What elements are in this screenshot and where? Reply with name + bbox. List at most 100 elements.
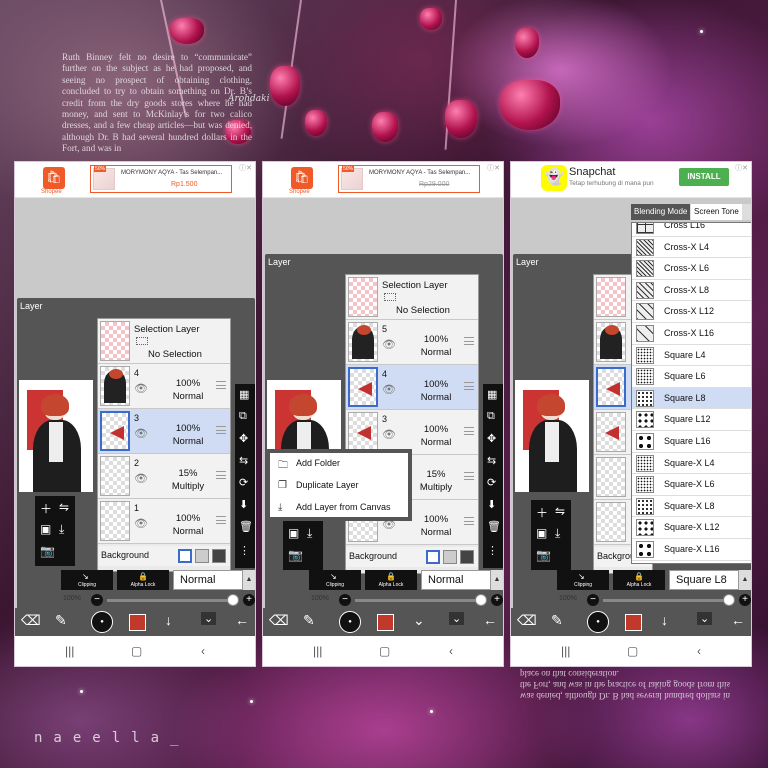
eye-icon[interactable]: 👁: [382, 383, 396, 396]
arrow-down-icon[interactable]: ⌄: [413, 612, 425, 629]
plus-icon[interactable]: +: [491, 594, 503, 606]
screen-tone-item[interactable]: Cross-X L6: [632, 258, 751, 280]
nav-back-icon[interactable]: ‹: [697, 644, 701, 658]
opacity-thumb[interactable]: [227, 594, 239, 606]
ad-close-icon[interactable]: ⓘ✕: [239, 163, 252, 173]
add-image-icon[interactable]: ▣: [288, 526, 299, 540]
selection-layer-row[interactable]: Selection Layer No Selection: [346, 275, 478, 320]
layer-row-selected[interactable]: 3 👁 100% Normal: [98, 409, 230, 454]
layer-row[interactable]: 2 👁 15% Multiply: [98, 454, 230, 499]
eye-icon[interactable]: 👁: [382, 428, 396, 441]
merge-down-icon[interactable]: ⤓: [59, 522, 64, 537]
screen-tone-item[interactable]: Cross-X L16: [632, 323, 751, 345]
menu-add-folder[interactable]: 🗀 Add Folder: [270, 453, 408, 475]
canvas-preview[interactable]: [19, 380, 93, 492]
blend-mode-arrow-icon[interactable]: ▲: [243, 570, 255, 590]
bg-checker-swatch[interactable]: [195, 549, 209, 563]
plus-icon[interactable]: +: [243, 594, 255, 606]
shopee-ad-banner[interactable]: ⓘ✕ 🛍 Shopee 50% MORYMONY AQYA - Tas Sele…: [15, 162, 255, 198]
blend-mode-arrow-icon[interactable]: ▲: [739, 570, 751, 590]
add-image-icon[interactable]: ▣: [40, 522, 51, 536]
add-image-icon[interactable]: ▣: [536, 526, 547, 540]
minus-icon[interactable]: −: [339, 594, 351, 606]
drag-handle-icon[interactable]: [464, 382, 474, 390]
recent-apps-icon[interactable]: |||: [561, 644, 570, 658]
shopee-ad-banner[interactable]: ⓘ✕ 🛍 Shopee 50% MORYMONY AQYA - Tas Sele…: [263, 162, 503, 198]
eye-icon[interactable]: 👁: [134, 472, 148, 485]
checker-icon[interactable]: ▦: [239, 388, 249, 401]
brush-icon[interactable]: ✎: [303, 612, 315, 629]
blend-mode-select[interactable]: Normal: [421, 570, 491, 590]
minus-icon[interactable]: −: [587, 594, 599, 606]
layer-row[interactable]: 3 👁 100% Normal: [346, 410, 478, 455]
canvas-area[interactable]: Layer ＋ ⇋ ▣ ⤓ 📷 Selection Layer: [15, 198, 255, 612]
flip-horizontal-icon[interactable]: ⇆: [239, 454, 248, 467]
eye-icon[interactable]: 👁: [134, 517, 148, 530]
rotate-icon[interactable]: ⟳: [239, 476, 248, 489]
download-icon[interactable]: ⬇: [239, 498, 248, 511]
opacity-slider[interactable]: 100% − +: [513, 592, 751, 608]
opacity-thumb[interactable]: [475, 594, 487, 606]
add-layer-icon[interactable]: ＋: [536, 504, 548, 521]
home-icon[interactable]: ▢: [627, 644, 638, 658]
opacity-slider[interactable]: 100% − +: [17, 592, 255, 608]
back-icon[interactable]: ←: [483, 612, 497, 628]
background-row[interactable]: Background: [346, 547, 478, 567]
background-row[interactable]: Background: [98, 546, 230, 566]
eye-icon[interactable]: 👁: [382, 518, 396, 531]
bg-dark-swatch[interactable]: [212, 549, 226, 563]
trash-icon[interactable]: 🗑: [239, 520, 253, 533]
brush-size-icon[interactable]: ●: [587, 611, 609, 633]
clipping-button[interactable]: ↘ Clipping: [61, 570, 113, 590]
eye-icon[interactable]: 👁: [134, 382, 148, 395]
arrow-down-icon[interactable]: ↓: [661, 612, 668, 628]
screen-tone-item[interactable]: Square-X L4: [632, 453, 751, 475]
screen-tone-item[interactable]: Cross-X L12: [632, 301, 751, 323]
flip-horizontal-icon[interactable]: ⇆: [487, 454, 496, 467]
screen-tone-item[interactable]: Square L4: [632, 345, 751, 367]
blend-mode-arrow-icon[interactable]: ▲: [491, 570, 503, 590]
opacity-slider[interactable]: 100% − +: [265, 592, 503, 608]
screen-tone-item[interactable]: Cross-X L4: [632, 237, 751, 259]
drag-handle-icon[interactable]: [216, 471, 226, 479]
menu-duplicate-layer[interactable]: ❐ Duplicate Layer: [270, 475, 408, 497]
brush-size-icon[interactable]: ●: [339, 611, 361, 633]
ad-close-icon[interactable]: ⓘ✕: [487, 163, 500, 173]
merge-down-icon[interactable]: ⤓: [307, 526, 312, 541]
nav-back-icon[interactable]: ‹: [449, 644, 453, 658]
recent-apps-icon[interactable]: |||: [65, 644, 74, 658]
bg-white-swatch[interactable]: [426, 550, 440, 564]
opacity-track[interactable]: [355, 599, 483, 602]
screen-tone-item[interactable]: Square-X L6: [632, 474, 751, 496]
transform-icon[interactable]: ⧉: [487, 410, 495, 423]
back-icon[interactable]: ←: [235, 612, 249, 628]
clipping-button[interactable]: ↘ Clipping: [309, 570, 361, 590]
screen-tone-item[interactable]: Square-X L16: [632, 539, 751, 561]
eye-icon[interactable]: 👁: [134, 427, 148, 440]
eraser-icon[interactable]: ⌫: [517, 612, 537, 629]
eye-icon[interactable]: 👁: [382, 338, 396, 351]
layer-row[interactable]: 4 👁 100% Normal: [98, 364, 230, 409]
move-icon[interactable]: ✥: [487, 432, 496, 445]
screen-tone-item[interactable]: Square L8: [632, 387, 751, 410]
snapchat-ad-banner[interactable]: ⓘ✕ 👻 Snapchat Tetap terhubung di mana pu…: [511, 162, 751, 198]
layer-menu-icon[interactable]: ⌄: [697, 612, 713, 625]
selection-layer-row[interactable]: Selection Layer No Selection: [98, 319, 230, 364]
clipping-button[interactable]: ↘ Clipping: [557, 570, 609, 590]
layer-row-selected[interactable]: 4 👁 100% Normal: [346, 365, 478, 410]
flip-icon[interactable]: ⇋: [555, 504, 565, 518]
ad-product-card[interactable]: 50% MORYMONY AQYA - Tas Selempan... Rp1.…: [90, 165, 232, 193]
screen-tone-item[interactable]: Square L16: [632, 431, 751, 453]
rotate-icon[interactable]: ⟳: [487, 476, 496, 489]
more-icon[interactable]: ⋮: [239, 544, 250, 557]
brush-size-icon[interactable]: ●: [91, 611, 113, 633]
flip-icon[interactable]: ⇋: [59, 500, 69, 514]
drag-handle-icon[interactable]: [464, 472, 474, 480]
screen-tone-item[interactable]: Square L12: [632, 409, 751, 431]
tab-blending-mode[interactable]: Blending Mode: [631, 204, 691, 220]
install-button[interactable]: INSTALL: [679, 168, 729, 186]
canvas-preview[interactable]: [515, 380, 589, 492]
move-icon[interactable]: ✥: [239, 432, 248, 445]
download-icon[interactable]: ⬇: [487, 498, 496, 511]
canvas-area[interactable]: Layer ＋ ⇋ ▣ ⤓ 📷 Background ↘ Clipping 🔒 …: [511, 198, 751, 612]
